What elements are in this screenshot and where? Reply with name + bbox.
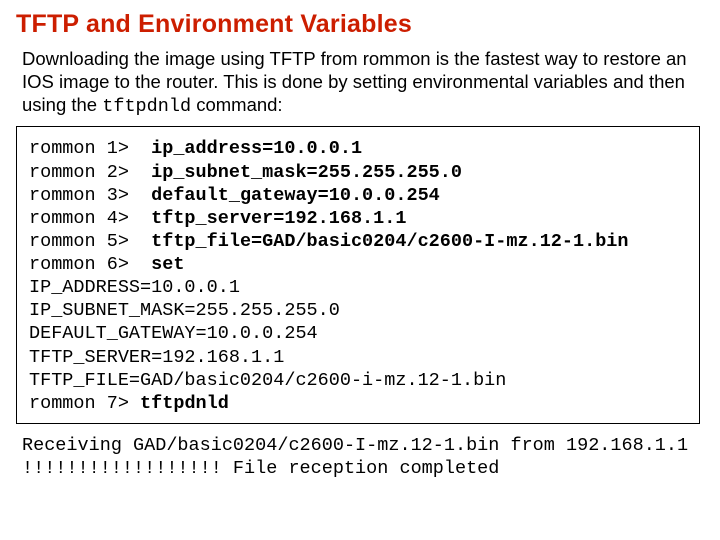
term-line: rommon 4> tftp_server=192.168.1.1	[29, 207, 687, 230]
term-line: rommon 5> tftp_file=GAD/basic0204/c2600-…	[29, 230, 687, 253]
term-cmd: ip_address=10.0.0.1	[151, 138, 362, 159]
term-line: rommon 3> default_gateway=10.0.0.254	[29, 184, 687, 207]
terminal-box: rommon 1> ip_address=10.0.0.1rommon 2> i…	[16, 126, 700, 424]
term-cmd: set	[151, 254, 184, 275]
term-line: rommon 6> set	[29, 253, 687, 276]
intro-code: tftpdnld	[102, 96, 191, 117]
term-prompt: rommon 3>	[29, 185, 151, 206]
intro-paragraph: Downloading the image using TFTP from ro…	[22, 47, 702, 118]
term-cmd: tftp_server=192.168.1.1	[151, 208, 406, 229]
term-prompt: rommon 1>	[29, 138, 151, 159]
term-cmd: default_gateway=10.0.0.254	[151, 185, 440, 206]
term-line: rommon 7> tftpdnld	[29, 392, 687, 415]
term-echo: IP_ADDRESS=10.0.0.1 IP_SUBNET_MASK=255.2…	[29, 276, 687, 392]
page-title: TFTP and Environment Variables	[16, 10, 702, 39]
term-prompt: rommon 7>	[29, 393, 140, 414]
term-prompt: rommon 5>	[29, 231, 151, 252]
term-cmd: ip_subnet_mask=255.255.255.0	[151, 162, 462, 183]
term-prompt: rommon 4>	[29, 208, 151, 229]
term-cmd: tftp_file=GAD/basic0204/c2600-I-mz.12-1.…	[151, 231, 628, 252]
slide: TFTP and Environment Variables Downloadi…	[0, 0, 720, 540]
intro-text-post: command:	[191, 94, 283, 115]
term-cmd: tftpdnld	[140, 393, 229, 414]
term-prompt: rommon 2>	[29, 162, 151, 183]
term-prompt: rommon 6>	[29, 254, 151, 275]
term-line: rommon 1> ip_address=10.0.0.1	[29, 137, 687, 160]
term-line: rommon 2> ip_subnet_mask=255.255.255.0	[29, 161, 687, 184]
footer-output: Receiving GAD/basic0204/c2600-I-mz.12-1.…	[22, 434, 696, 480]
